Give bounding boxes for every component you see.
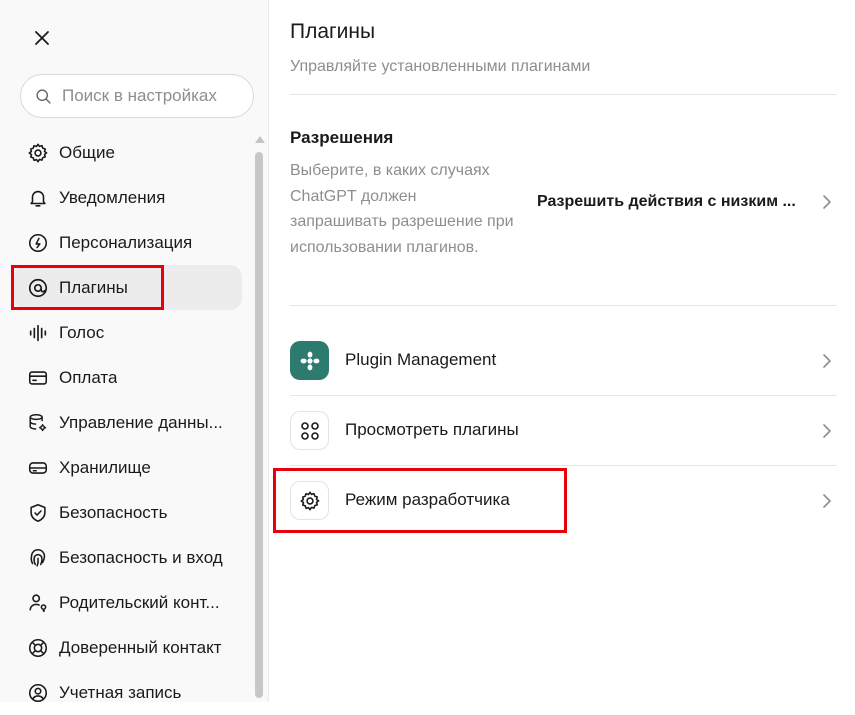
bell-icon bbox=[27, 187, 49, 209]
settings-sidebar: Общие Уведомления Персонализация Плагины… bbox=[0, 0, 269, 702]
permissions-dropdown[interactable]: Разрешить действия с низким ... bbox=[537, 193, 796, 211]
plugins-icon bbox=[27, 277, 49, 299]
settings-search[interactable] bbox=[20, 74, 254, 118]
sidebar-item-label: Плагины bbox=[59, 277, 128, 297]
sidebar-item-notifications[interactable]: Уведомления bbox=[14, 175, 242, 220]
chevron-right-icon bbox=[820, 354, 834, 368]
row-label: Просмотреть плагины bbox=[345, 420, 519, 439]
close-button[interactable] bbox=[27, 23, 57, 53]
page-subtitle: Управляйте установленными плагинами bbox=[290, 58, 591, 75]
sidebar-item-label: Уведомления bbox=[59, 187, 166, 207]
divider bbox=[290, 305, 837, 306]
sidebar-item-storage[interactable]: Хранилище bbox=[14, 445, 242, 490]
sidebar-item-label: Персонализация bbox=[59, 232, 193, 252]
permissions-description: Выберите, в каких случаях ChatGPT должен… bbox=[290, 162, 514, 256]
fingerprint-icon bbox=[27, 547, 49, 569]
personalization-icon bbox=[27, 232, 49, 254]
chevron-right-icon bbox=[820, 494, 834, 508]
settings-nav: Общие Уведомления Персонализация Плагины… bbox=[0, 130, 250, 715]
close-icon bbox=[35, 31, 49, 45]
grid-dots-icon bbox=[290, 411, 329, 450]
scrollbar-thumb[interactable] bbox=[255, 152, 263, 698]
database-gear-icon bbox=[27, 412, 49, 434]
sidebar-item-label: Безопасность и вход bbox=[59, 547, 223, 567]
sidebar-item-plugins[interactable]: Плагины bbox=[14, 265, 242, 310]
card-icon bbox=[27, 367, 49, 389]
browse-plugins-row[interactable]: Просмотреть плагины bbox=[290, 396, 838, 466]
storage-icon bbox=[27, 457, 49, 479]
sidebar-item-general[interactable]: Общие bbox=[14, 130, 242, 175]
sidebar-item-label: Учетная запись bbox=[59, 682, 182, 702]
sidebar-item-security[interactable]: Безопасность bbox=[14, 490, 242, 535]
sidebar-item-data-controls[interactable]: Управление данны... bbox=[14, 400, 242, 445]
developer-mode-row[interactable]: Режим разработчика bbox=[290, 466, 838, 536]
page-title: Плагины bbox=[290, 20, 376, 43]
sidebar-item-label: Управление данны... bbox=[59, 412, 223, 432]
row-label: Plugin Management bbox=[345, 350, 497, 369]
sidebar-item-label: Общие bbox=[59, 142, 115, 162]
chevron-right-icon[interactable] bbox=[820, 195, 834, 209]
divider bbox=[290, 94, 837, 95]
search-input[interactable] bbox=[60, 85, 244, 107]
sidebar-scrollbar[interactable] bbox=[255, 136, 265, 698]
scroll-up-arrow-icon[interactable] bbox=[255, 136, 265, 143]
plugin-management-icon bbox=[290, 341, 329, 380]
row-label: Режим разработчика bbox=[345, 490, 510, 509]
sidebar-item-label: Родительский конт... bbox=[59, 592, 220, 612]
chevron-right-icon bbox=[820, 424, 834, 438]
gear-icon bbox=[290, 481, 329, 520]
sidebar-item-label: Голос bbox=[59, 322, 105, 342]
parental-icon bbox=[27, 592, 49, 614]
sidebar-item-label: Хранилище bbox=[59, 457, 151, 477]
sidebar-item-billing[interactable]: Оплата bbox=[14, 355, 242, 400]
plugin-management-row[interactable]: Plugin Management bbox=[290, 326, 838, 396]
sidebar-item-parental-controls[interactable]: Родительский конт... bbox=[14, 580, 242, 625]
sidebar-item-account[interactable]: Учетная запись bbox=[14, 670, 242, 715]
search-icon bbox=[36, 88, 51, 104]
account-icon bbox=[27, 682, 49, 704]
shield-icon bbox=[27, 502, 49, 524]
sidebar-item-label: Оплата bbox=[59, 367, 118, 387]
sidebar-item-personalization[interactable]: Персонализация bbox=[14, 220, 242, 265]
gear-icon bbox=[27, 142, 49, 164]
sidebar-item-label: Безопасность bbox=[59, 502, 168, 522]
voice-icon bbox=[27, 322, 49, 344]
sidebar-item-security-login[interactable]: Безопасность и вход bbox=[14, 535, 242, 580]
sidebar-item-label: Доверенный контакт bbox=[59, 637, 222, 657]
lifebuoy-icon bbox=[27, 637, 49, 659]
sidebar-item-voice[interactable]: Голос bbox=[14, 310, 242, 355]
permissions-title: Разрешения bbox=[290, 128, 394, 147]
sidebar-item-trusted-contact[interactable]: Доверенный контакт bbox=[14, 625, 242, 670]
